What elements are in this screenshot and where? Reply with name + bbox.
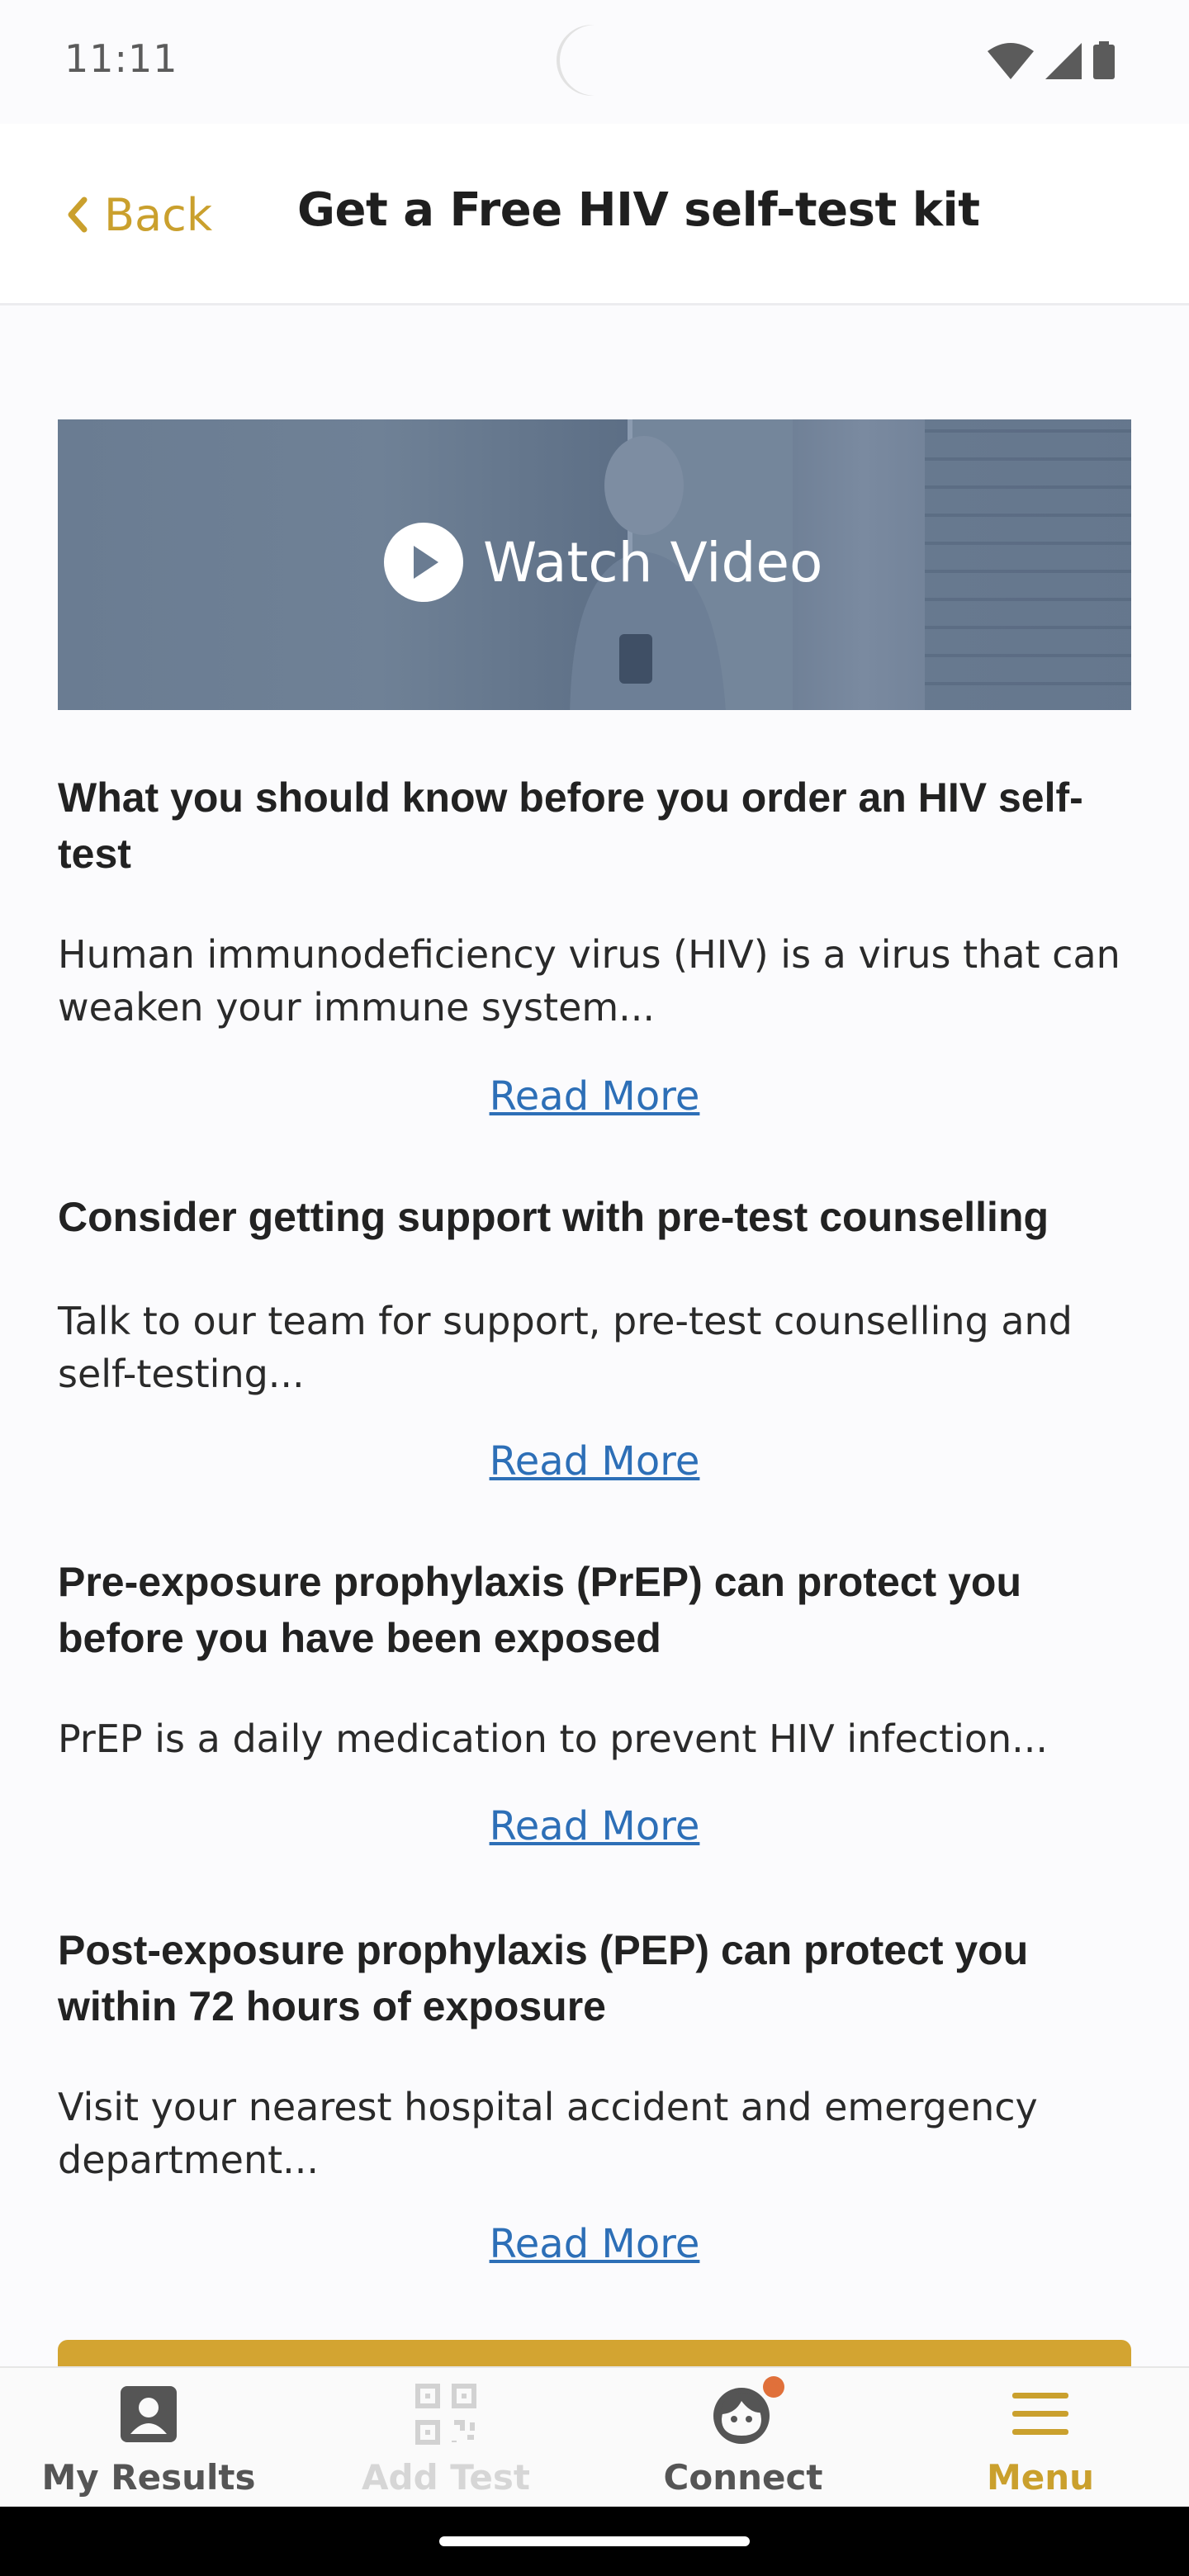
read-more-link[interactable]: Read More	[58, 1438, 1131, 1485]
watch-video-label: Watch Video	[483, 530, 823, 594]
nav-add-test[interactable]: Add Test	[297, 2368, 594, 2507]
battery-icon	[1093, 41, 1115, 79]
nav-label: Add Test	[362, 2457, 530, 2498]
person-card-icon	[114, 2379, 183, 2449]
section-body: Talk to our team for support, pre-test c…	[58, 1299, 1073, 1396]
section-body: Visit your nearest hospital accident and…	[58, 2085, 1038, 2182]
status-bar: 11:11	[0, 0, 1189, 124]
info-section: What you should know before you order an…	[58, 769, 1131, 1120]
camera-cutout	[560, 25, 631, 96]
section-title: Consider getting support with pre-test c…	[58, 1194, 1049, 1240]
qr-code-icon	[411, 2379, 481, 2449]
read-more-link[interactable]: Read More	[58, 1803, 1131, 1849]
info-section: Post-exposure prophylaxis (PEP) can prot…	[58, 1922, 1131, 2267]
status-icons	[988, 38, 1115, 79]
nav-menu[interactable]: Menu	[892, 2368, 1189, 2507]
section-body: Human immunodeficiency virus (HIV) is a …	[58, 932, 1120, 1030]
section-title: Post-exposure prophylaxis (PEP) can prot…	[58, 1927, 1029, 2029]
read-more-link[interactable]: Read More	[58, 1073, 1131, 1120]
back-button[interactable]: Back	[64, 182, 212, 248]
watch-video-button[interactable]: Watch Video	[384, 523, 822, 602]
chat-face-icon	[708, 2376, 784, 2449]
wifi-icon	[988, 43, 1034, 79]
page-title: Get a Free HIV self-test kit	[297, 183, 980, 237]
info-section: Consider getting support with pre-test c…	[58, 1189, 1131, 1485]
nav-my-results[interactable]: My Results	[0, 2368, 297, 2507]
signal-icon	[1045, 43, 1082, 79]
app-header: Back Get a Free HIV self-test kit	[0, 124, 1189, 305]
video-banner[interactable]: Watch Video	[58, 419, 1131, 710]
read-more-link[interactable]: Read More	[58, 2221, 1131, 2267]
section-body: PrEP is a daily medication to prevent HI…	[58, 1717, 1049, 1761]
section-title: Pre-exposure prophylaxis (PrEP) can prot…	[58, 1559, 1021, 1661]
info-section: Pre-exposure prophylaxis (PrEP) can prot…	[58, 1554, 1131, 1849]
nav-connect[interactable]: Connect	[594, 2368, 892, 2507]
status-time: 11:11	[64, 36, 178, 81]
home-gesture-handle[interactable]	[439, 2536, 750, 2546]
back-label: Back	[104, 188, 213, 241]
hamburger-menu-icon	[1006, 2379, 1075, 2449]
video-thumbnail-wall	[925, 419, 1131, 710]
nav-label: My Results	[41, 2457, 256, 2498]
notification-badge	[763, 2376, 784, 2398]
nav-label: Menu	[986, 2457, 1095, 2498]
nav-label: Connect	[663, 2457, 823, 2498]
chevron-left-icon	[68, 197, 88, 233]
play-icon	[384, 523, 463, 602]
bottom-nav: My Results Add Test Connect Menu	[0, 2366, 1189, 2507]
section-title: What you should know before you order an…	[58, 774, 1083, 877]
